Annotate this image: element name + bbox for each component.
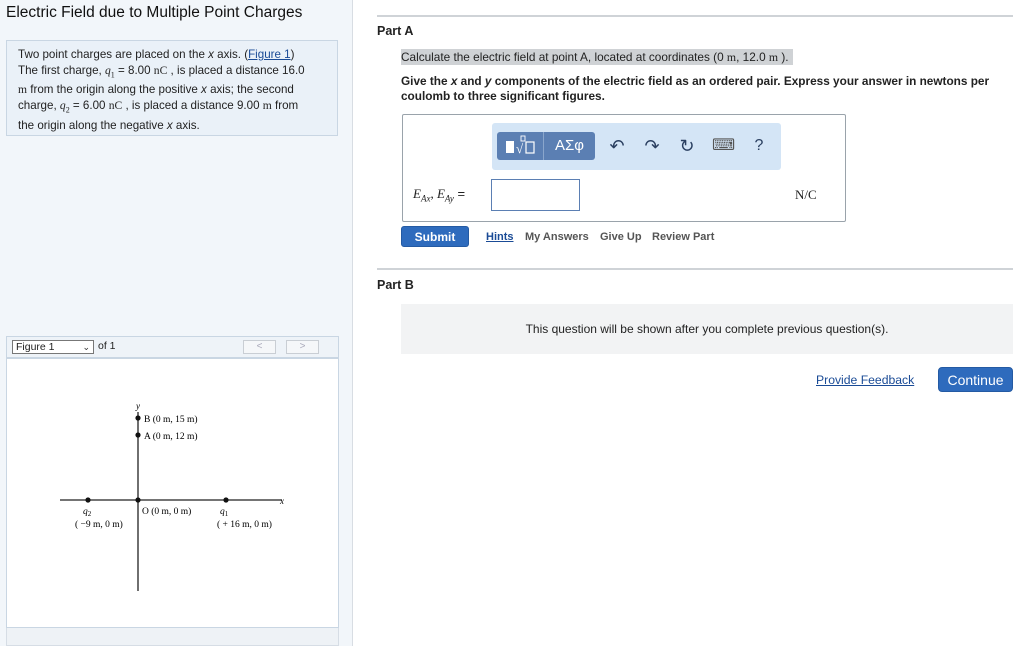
figure-link[interactable]: Figure 1 bbox=[248, 48, 291, 61]
redo-icon[interactable]: ↷ bbox=[641, 135, 663, 157]
next-figure-button[interactable]: > bbox=[286, 340, 319, 354]
text: m bbox=[768, 50, 779, 64]
prev-figure-button[interactable]: < bbox=[243, 340, 276, 354]
part-a-question: Calculate the electric field at point A,… bbox=[401, 49, 793, 65]
chevron-down-icon: ⌄ bbox=[82, 342, 90, 352]
text: = 6.00 bbox=[69, 98, 109, 112]
text: = bbox=[453, 186, 466, 201]
origin-marker bbox=[135, 497, 141, 503]
provide-feedback-link[interactable]: Provide Feedback bbox=[816, 373, 914, 387]
answer-label: EAx, EAy = bbox=[413, 186, 465, 204]
svg-text:√: √ bbox=[516, 141, 524, 156]
text: The first charge, bbox=[18, 63, 105, 77]
answer-input[interactable] bbox=[491, 179, 580, 211]
part-a-label: Part A bbox=[377, 24, 414, 38]
text: , is placed a distance 16.0 bbox=[167, 63, 305, 77]
figure-panel: y x B (0 m, 15 m) A (0 m, 12 m) O (0 m, … bbox=[6, 358, 339, 628]
text: , 12.0 bbox=[736, 50, 769, 64]
text: ) bbox=[290, 48, 295, 61]
divider bbox=[377, 268, 1013, 270]
point-a-marker bbox=[135, 432, 141, 438]
text: axis; the second bbox=[206, 83, 294, 97]
charges-diagram: y x B (0 m, 15 m) A (0 m, 12 m) O (0 m, … bbox=[60, 401, 284, 591]
my-answers-link[interactable]: My Answers bbox=[525, 231, 589, 243]
text: m bbox=[18, 83, 28, 97]
text: the origin along the negative bbox=[18, 118, 167, 132]
toolbar-button-group: √ ΑΣφ bbox=[497, 132, 595, 160]
q2-coords: ( −9 m, 0 m) bbox=[75, 519, 123, 530]
undo-icon[interactable]: ↶ bbox=[606, 135, 628, 157]
text: E bbox=[413, 186, 421, 201]
hints-link[interactable]: Hints bbox=[486, 231, 514, 243]
text: , is placed a distance 9.00 bbox=[122, 98, 263, 112]
part-b-locked-message: This question will be shown after you co… bbox=[401, 304, 1013, 354]
text: from bbox=[271, 98, 299, 112]
divider bbox=[377, 15, 1013, 17]
reset-icon[interactable]: ↻ bbox=[676, 135, 698, 157]
greek-symbols-button[interactable]: ΑΣφ bbox=[544, 132, 595, 160]
review-part-link[interactable]: Review Part bbox=[652, 231, 714, 243]
x-axis-label: x bbox=[279, 496, 284, 506]
q1-coords: ( + 16 m, 0 m) bbox=[217, 519, 272, 530]
text: E bbox=[436, 186, 445, 201]
part-a-instructions: Give the x and y components of the elect… bbox=[401, 74, 1013, 104]
point-b-label: B (0 m, 15 m) bbox=[144, 414, 198, 425]
text: and bbox=[457, 74, 485, 88]
q2-marker bbox=[85, 497, 91, 503]
figure-count: of 1 bbox=[98, 340, 116, 352]
text: nC bbox=[153, 63, 168, 77]
figure-nav-bar: Figure 1 ⌄ of 1 < > bbox=[6, 336, 339, 358]
text: Give the bbox=[401, 74, 451, 88]
origin-label: O (0 m, 0 m) bbox=[142, 506, 191, 517]
keyboard-icon[interactable]: ⌨ bbox=[712, 135, 735, 157]
text: axis. ( bbox=[213, 48, 249, 61]
text: m bbox=[726, 50, 737, 64]
text: axis. bbox=[172, 118, 200, 132]
continue-button[interactable]: Continue bbox=[938, 367, 1013, 392]
problem-pane: Electric Field due to Multiple Point Cha… bbox=[0, 0, 353, 646]
templates-button[interactable]: √ bbox=[497, 132, 544, 160]
text: ). bbox=[778, 50, 789, 64]
figure-select-value: Figure 1 bbox=[16, 341, 55, 353]
part-b-label: Part B bbox=[377, 278, 414, 292]
figure-panel-footer bbox=[6, 628, 339, 646]
text: nC bbox=[108, 98, 123, 112]
y-axis-label: y bbox=[135, 401, 140, 411]
text: Two point charges are placed on the bbox=[18, 48, 209, 61]
submit-button[interactable]: Submit bbox=[401, 226, 469, 247]
point-b-marker bbox=[135, 415, 141, 421]
math-toolbar: √ ΑΣφ ↶ ↷ ↻ ⌨ ? bbox=[492, 123, 781, 170]
give-up-link[interactable]: Give Up bbox=[600, 231, 642, 243]
text: charge, bbox=[18, 98, 60, 112]
text: Calculate the electric field at point A,… bbox=[401, 50, 727, 64]
help-icon[interactable]: ? bbox=[748, 135, 770, 157]
text: = 8.00 bbox=[114, 63, 154, 77]
text: m bbox=[262, 98, 272, 112]
templates-icon: √ bbox=[506, 135, 535, 156]
q1-label: q1 bbox=[220, 507, 229, 518]
q1-marker bbox=[223, 497, 229, 503]
answer-unit: N/C bbox=[795, 187, 817, 202]
figure-select[interactable]: Figure 1 ⌄ bbox=[12, 340, 94, 354]
text: Ay bbox=[444, 193, 454, 204]
point-a-label: A (0 m, 12 m) bbox=[144, 431, 198, 442]
problem-title: Electric Field due to Multiple Point Cha… bbox=[6, 4, 303, 21]
problem-statement: Two point charges are placed on the x ax… bbox=[6, 40, 338, 136]
text: from the origin along the positive bbox=[27, 83, 202, 97]
q2-label: q2 bbox=[83, 507, 92, 518]
